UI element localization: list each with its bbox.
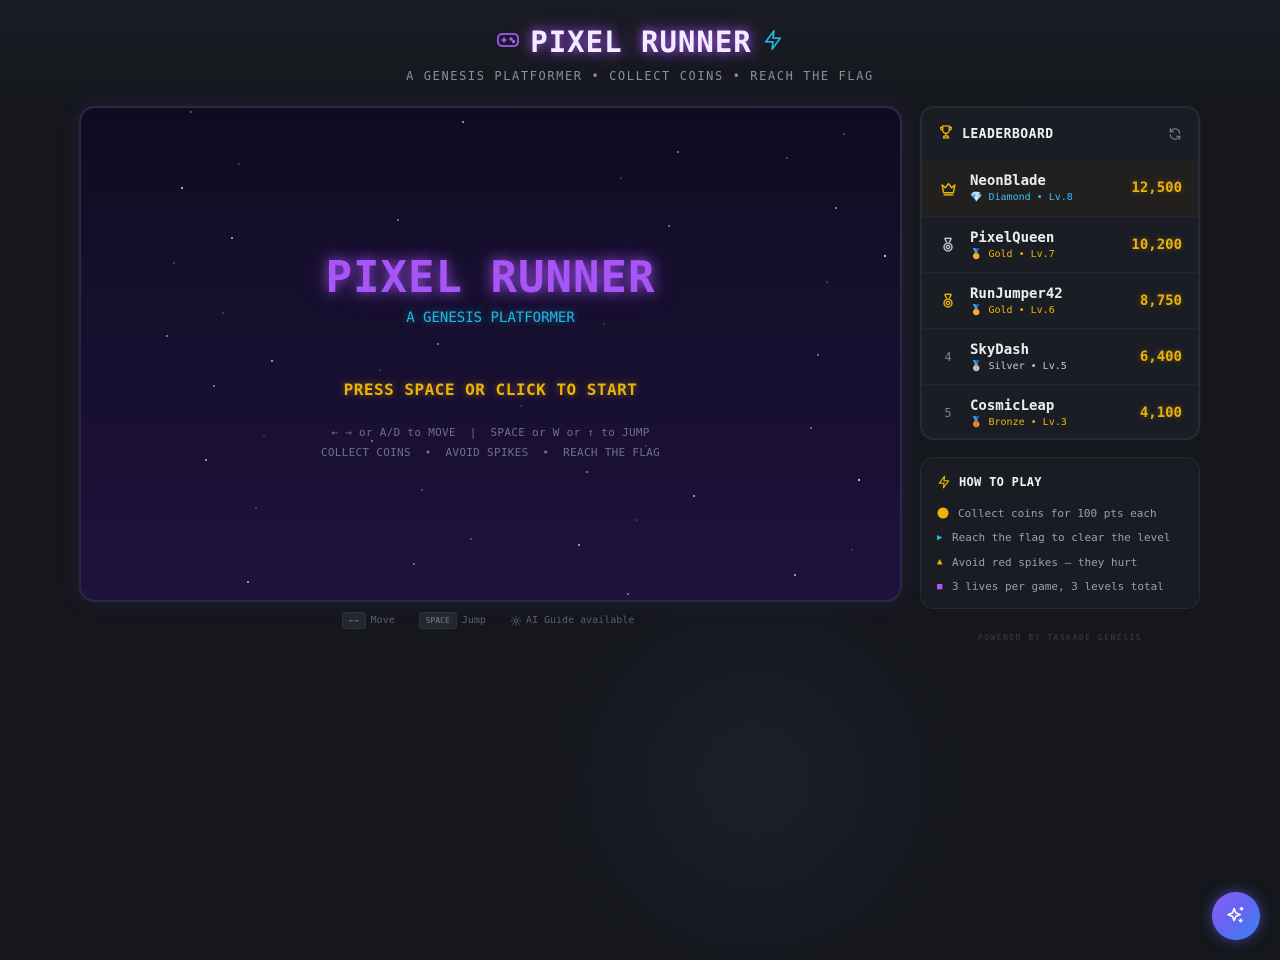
starfield — [166, 111, 887, 595]
game-canvas[interactable]: PIXEL RUNNER A GENESIS PLATFORMER PRESS … — [79, 106, 902, 602]
title-row: PIXEL RUNNER — [0, 22, 1280, 62]
player-score: 12,500 — [1131, 180, 1182, 196]
list-item: ■ 3 lives per game, 3 levels total — [937, 580, 1164, 594]
leaderboard-panel: LEADERBOARD NeonBlade 💎 Diamond • Lv.8 1… — [920, 106, 1200, 440]
leaderboard-row[interactable]: RunJumper42 🏅 Gold • Lv.6 8,750 — [922, 272, 1198, 328]
page-subtitle: A GENESIS PLATFORMER • COLLECT COINS • R… — [406, 69, 874, 83]
game-subtitle: A GENESIS PLATFORMER — [406, 310, 575, 326]
gear-icon — [510, 615, 522, 627]
gold-medal-icon: 🏅 — [970, 248, 983, 260]
ai-guide-hint: AI Guide available — [510, 615, 634, 627]
player-score: 8,750 — [1139, 292, 1182, 309]
list-item: ▶ Reach the flag to clear the level — [937, 531, 1171, 545]
controls-hint: ← → or A/D to MOVE | SPACE or W or ↑ to … — [331, 426, 650, 439]
move-control: ←→ Move — [342, 612, 395, 629]
play-icon: ▶ — [937, 532, 943, 543]
player-score: 10,200 — [1131, 236, 1182, 253]
player-score: 4,100 — [1139, 404, 1182, 421]
player-info: PixelQueen 🏅 Gold • Lv.7 — [970, 230, 1131, 260]
sparkle-icon — [1225, 905, 1247, 927]
player-info: CosmicLeap 🥉 Bronze • Lv.3 — [970, 398, 1140, 428]
player-tier: 🥉 Bronze • Lv.3 — [970, 416, 1067, 428]
square-icon: ■ — [937, 581, 943, 592]
medal-icon — [938, 293, 958, 309]
silver-medal-icon: 🥈 — [970, 360, 983, 372]
lightning-icon — [762, 29, 784, 55]
warning-icon: ▲ — [937, 557, 943, 568]
list-item: Collect coins for 100 pts each — [937, 501, 1183, 526]
player-name: CosmicLeap — [970, 397, 1055, 414]
leaderboard-row[interactable]: 4 SkyDash 🥈 Silver • Lv.5 6,400 — [922, 328, 1198, 384]
move-label: Move — [370, 615, 395, 626]
leaderboard-title: LEADERBOARD — [962, 126, 1054, 142]
leaderboard-row[interactable]: PixelQueen 🏅 Gold • Lv.7 10,200 — [922, 216, 1198, 272]
start-prompt[interactable]: PRESS SPACE OR CLICK TO START — [81, 380, 900, 399]
page-header: PIXEL RUNNER A GENESIS PLATFORMER • COLL… — [0, 22, 1280, 83]
leaderboard-row[interactable]: NeonBlade 💎 Diamond • Lv.8 12,500 — [922, 160, 1198, 216]
player-name: PixelQueen — [970, 229, 1055, 246]
player-tier: 🥈 Silver • Lv.5 — [970, 360, 1067, 372]
leaderboard-row[interactable]: 5 CosmicLeap 🥉 Bronze • Lv.3 4,100 — [922, 384, 1198, 438]
diamond-icon: 💎 — [970, 192, 983, 203]
how-to-play-header: HOW TO PLAY — [937, 472, 1183, 492]
jump-key: SPACE — [418, 612, 457, 629]
player-score: 6,400 — [1139, 348, 1182, 365]
background-glow — [545, 590, 965, 960]
player-info: RunJumper42 🏅 Gold • Lv.6 — [970, 286, 1140, 316]
coin-icon — [937, 507, 952, 519]
rank-number: 4 — [944, 349, 952, 364]
rank-number: 5 — [944, 405, 952, 420]
jump-label: Jump — [461, 615, 486, 626]
medal-icon — [938, 237, 958, 253]
gold-medal-icon: 🏅 — [970, 304, 983, 316]
jump-control: SPACE Jump — [418, 612, 486, 629]
trophy-icon — [938, 124, 954, 144]
player-tier: 💎 Diamond • Lv.8 — [970, 192, 1073, 203]
how-to-play-title: HOW TO PLAY — [959, 475, 1042, 489]
move-key: ←→ — [342, 612, 366, 629]
leaderboard-header: LEADERBOARD — [922, 108, 1198, 160]
player-tier: 🏅 Gold • Lv.7 — [970, 248, 1055, 260]
lightning-icon — [937, 475, 951, 489]
gamepad-icon — [496, 28, 520, 56]
ai-guide-label: AI Guide available — [525, 615, 635, 626]
how-to-play-list: Collect coins for 100 pts each ▶ Reach t… — [937, 501, 1183, 599]
player-name: NeonBlade — [970, 173, 1046, 189]
how-to-play-panel: HOW TO PLAY Collect coins for 100 pts ea… — [920, 457, 1200, 609]
page-title: PIXEL RUNNER — [530, 25, 752, 59]
ai-assistant-button[interactable] — [1212, 892, 1260, 940]
player-name: SkyDash — [970, 341, 1030, 358]
powered-by-footer: POWERED BY TASKADE GENESIS — [977, 633, 1143, 642]
game-title: PIXEL RUNNER — [325, 252, 656, 303]
player-info: SkyDash 🥈 Silver • Lv.5 — [970, 342, 1140, 372]
player-info: NeonBlade 💎 Diamond • Lv.8 — [970, 173, 1131, 203]
controls-bar: ←→ Move SPACE Jump AI Guide available — [342, 612, 634, 629]
refresh-icon[interactable] — [1168, 127, 1182, 141]
player-name: RunJumper42 — [970, 285, 1063, 302]
list-item: ▲ Avoid red spikes — they hurt — [937, 555, 1138, 569]
crown-icon — [938, 180, 958, 197]
objectives-hint: COLLECT COINS • AVOID SPIKES • REACH THE… — [320, 446, 661, 459]
player-tier: 🏅 Gold • Lv.6 — [970, 304, 1055, 316]
bronze-medal-icon: 🥉 — [970, 416, 983, 428]
